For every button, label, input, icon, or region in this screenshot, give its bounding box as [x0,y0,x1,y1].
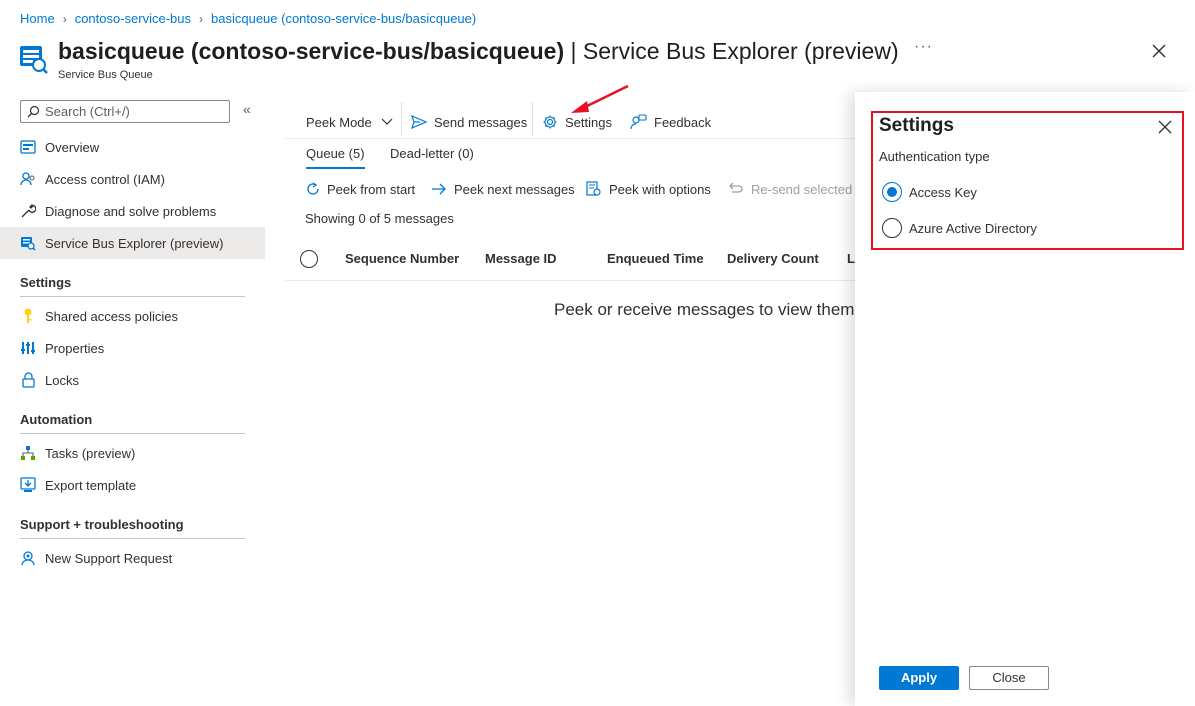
chevron-down-icon [381,118,393,125]
support-icon [20,550,36,566]
send-messages-button[interactable]: Send messages [411,111,527,133]
page-subtitle: Service Bus Queue [58,69,153,81]
properties-icon [20,340,36,356]
close-icon[interactable] [1150,42,1168,60]
column-enqueued-time[interactable]: Enqueued Time [607,251,704,266]
sidebar-item-diagnose[interactable]: Diagnose and solve problems [0,195,265,227]
chevron-right-icon: › [199,11,204,26]
collapse-sidebar-icon[interactable]: « [243,101,251,117]
people-icon [20,171,36,187]
annotation-arrow [571,84,629,113]
sidebar-item-label: Shared access policies [45,308,178,324]
search-icon [27,105,40,118]
page-title-resource: basicqueue (contoso-service-bus/basicque… [58,38,565,64]
empty-state-message: Peek or receive messages to view them [554,300,855,319]
arrow-right-icon [432,183,446,195]
table-header-divider [285,280,855,281]
toolbar-divider [532,102,533,136]
resend-icon [729,182,743,193]
document-search-icon [586,181,601,196]
peek-from-start-label: Peek from start [327,181,416,197]
key-icon [20,308,36,324]
resend-label: Re-send selected m [751,181,867,197]
tab-queue[interactable]: Queue (5) [306,146,365,169]
apply-button[interactable]: Apply [879,666,959,690]
tasks-icon [20,445,36,461]
breadcrumb: Home › contoso-service-bus › basicqueue … [20,11,476,26]
sidebar-section-support: Support + troubleshooting [20,517,245,539]
sidebar-item-label: Properties [45,340,105,356]
lock-icon [20,372,36,388]
service-bus-queue-icon [20,46,48,74]
toolbar-divider [401,102,402,136]
sidebar-item-label: Export template [45,477,137,493]
peek-mode-dropdown[interactable]: Peek Mode [306,111,393,133]
sidebar-item-locks[interactable]: Locks [0,364,265,396]
feedback-icon [630,114,647,130]
sidebar-item-label: Locks [45,372,79,388]
sidebar-item-tasks[interactable]: Tasks (preview) [0,437,265,469]
sidebar-item-shared-access-policies[interactable]: Shared access policies [0,300,265,332]
toolbar-divider-line [285,138,855,139]
chevron-right-icon: › [62,11,67,26]
search-placeholder: Search (Ctrl+/) [45,104,130,119]
settings-label: Settings [565,114,612,130]
peek-with-options-button[interactable]: Peek with options [586,179,711,199]
breadcrumb-home[interactable]: Home [20,11,55,26]
peek-next-label: Peek next messages [454,181,575,197]
sidebar-item-overview[interactable]: Overview [0,131,265,163]
sidebar-item-access-control[interactable]: Access control (IAM) [0,163,265,195]
column-sequence-number[interactable]: Sequence Number [345,251,459,266]
refresh-icon [307,182,319,195]
sidebar-section-settings: Settings [20,275,245,297]
peek-from-start-button[interactable]: Peek from start [306,179,415,199]
column-message-id[interactable]: Message ID [485,251,557,266]
sidebar-item-export-template[interactable]: Export template [0,469,265,501]
sidebar-item-service-bus-explorer[interactable]: Service Bus Explorer (preview) [0,227,265,259]
export-icon [20,477,36,493]
close-button[interactable]: Close [969,666,1049,690]
peek-next-messages-button[interactable]: Peek next messages [431,179,575,199]
sidebar-item-properties[interactable]: Properties [0,332,265,364]
send-icon [411,115,427,129]
feedback-button[interactable]: Feedback [630,111,711,133]
page-title-blade: | Service Bus Explorer (preview) [564,38,899,64]
page-title: basicqueue (contoso-service-bus/basicque… [58,38,899,65]
sidebar-item-label: Access control (IAM) [45,171,165,187]
peek-options-label: Peek with options [609,181,711,197]
tab-dead-letter[interactable]: Dead-letter (0) [390,146,474,161]
wrench-icon [20,203,36,219]
peek-mode-label: Peek Mode [306,114,372,130]
send-messages-label: Send messages [434,114,528,130]
explorer-icon [20,235,36,251]
sidebar-item-label: New Support Request [45,550,173,566]
more-options-icon[interactable]: ··· [914,38,933,56]
annotation-highlight-box [871,111,1184,250]
sidebar-item-label: Overview [45,139,100,155]
gear-icon [543,115,557,129]
sidebar-item-label: Service Bus Explorer (preview) [45,235,224,251]
breadcrumb-queue[interactable]: basicqueue (contoso-service-bus/basicque… [211,11,476,26]
feedback-label: Feedback [654,114,712,130]
resend-selected-button[interactable]: Re-send selected m [727,179,867,199]
message-count: Showing 0 of 5 messages [305,211,454,226]
search-input[interactable]: Search (Ctrl+/) [20,100,230,123]
sidebar-item-new-support-request[interactable]: New Support Request [0,542,265,574]
sidebar-item-label: Diagnose and solve problems [45,203,217,219]
sidebar-item-label: Tasks (preview) [45,445,136,461]
breadcrumb-namespace[interactable]: contoso-service-bus [75,11,191,26]
column-delivery-count[interactable]: Delivery Count [727,251,819,266]
overview-icon [20,139,36,155]
select-all-radio[interactable] [300,250,318,268]
sidebar-section-automation: Automation [20,412,245,434]
